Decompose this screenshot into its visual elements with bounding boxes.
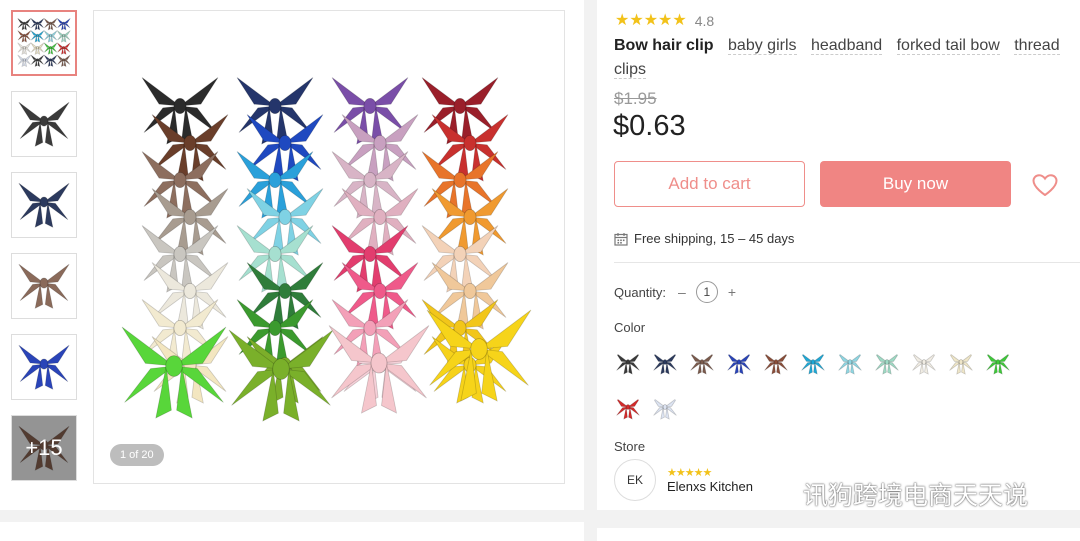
color-label: Color — [614, 320, 646, 335]
color-swatch-12[interactable] — [614, 395, 642, 423]
color-swatch-10[interactable] — [947, 350, 975, 378]
divider — [614, 262, 1080, 263]
star-icon: ★ — [643, 12, 659, 29]
thumbnail-2[interactable] — [11, 91, 77, 157]
rating-row: ★★★★★ 4.8 — [615, 12, 714, 30]
bow-icon — [800, 352, 826, 375]
star-icon: ★ — [629, 12, 644, 29]
bottom-card-right — [597, 528, 1080, 541]
bow-icon — [652, 397, 678, 420]
watermark: 讯狗跨境电商天天说 — [757, 476, 1028, 512]
bow-icon — [615, 352, 641, 375]
bow-icon — [911, 352, 937, 375]
thumbnail-1[interactable] — [11, 10, 77, 76]
quantity-value[interactable]: 1 — [695, 281, 718, 303]
bow-icon — [985, 352, 1011, 375]
bow-icon — [689, 352, 715, 375]
color-swatch-11[interactable] — [984, 350, 1012, 378]
quantity-stepper: Quantity: – 1 + — [614, 281, 746, 303]
tag-baby-girls[interactable]: baby girls — [728, 37, 797, 55]
thumbnail-image — [17, 18, 71, 68]
thumbnail-4[interactable] — [11, 253, 77, 319]
star-icon: ★ — [658, 12, 673, 29]
color-swatch-13[interactable] — [651, 395, 679, 423]
star-icon: ★ — [615, 12, 630, 29]
thumbnail-6[interactable]: +15 — [11, 415, 77, 481]
shipping-text: Free shipping, 15 – 45 days — [634, 231, 795, 246]
rating-stars: ★★★★★ — [615, 12, 687, 30]
color-swatch-9[interactable] — [910, 350, 938, 378]
bow-icon — [874, 352, 900, 375]
bow-icon — [652, 352, 678, 375]
bottom-card-left — [0, 522, 584, 541]
store-label: Store — [614, 439, 646, 454]
color-swatch-1[interactable] — [614, 350, 642, 378]
store-rating-stars: ★★★★★ — [667, 467, 712, 479]
tag-headband[interactable]: headband — [810, 37, 883, 55]
thumbnail-image — [18, 182, 70, 229]
color-swatch-3[interactable] — [688, 350, 716, 378]
store-name[interactable]: Elenxs Kitchen — [667, 479, 753, 494]
bow-icon — [615, 397, 641, 420]
rating-value: 4.8 — [694, 13, 715, 29]
add-to-cart-button[interactable]: Add to cart — [614, 161, 805, 207]
wishlist-heart-icon[interactable] — [1032, 174, 1058, 196]
image-counter: 1 of 20 — [110, 444, 164, 466]
shipping-info: Free shipping, 15 – 45 days — [614, 231, 794, 246]
thumbnail-image — [18, 263, 70, 310]
watermark-text: 讯狗跨境电商天天说 — [803, 482, 1029, 510]
color-swatch-4[interactable] — [725, 350, 753, 378]
sale-price: $0.63 — [613, 110, 686, 142]
main-product-image[interactable]: 1 of 20 — [93, 10, 565, 484]
bow-icon — [837, 352, 863, 375]
thumbnail-5[interactable] — [11, 334, 77, 400]
calendar-icon — [614, 232, 628, 246]
original-price: $1.95 — [614, 89, 657, 108]
tag-bow-hair-clip[interactable]: Bow hair clip — [614, 37, 714, 54]
tag-clips[interactable]: clips — [614, 61, 647, 79]
quantity-decrease-button[interactable]: – — [678, 284, 686, 300]
tag-forked-tail-bow[interactable]: forked tail bow — [896, 37, 1000, 55]
star-icon: ★ — [672, 12, 687, 29]
more-images-overlay: +15 — [12, 416, 76, 480]
bow-icon — [726, 352, 752, 375]
color-swatch-7[interactable] — [836, 350, 864, 378]
wechat-icon — [757, 479, 795, 508]
bow-icon — [948, 352, 974, 375]
thumbnail-image — [18, 101, 70, 148]
color-swatch-5[interactable] — [762, 350, 790, 378]
color-swatch-2[interactable] — [651, 350, 679, 378]
product-title-tags: Bow hair clip baby girls headband forked… — [614, 34, 1080, 82]
bows-illustration — [121, 77, 532, 422]
color-swatch-6[interactable] — [799, 350, 827, 378]
store-avatar[interactable]: EK — [614, 459, 656, 501]
thumbnail-image — [18, 344, 70, 391]
tag-thread[interactable]: thread — [1014, 37, 1060, 55]
thumbnail-3[interactable] — [11, 172, 77, 238]
bow-icon — [763, 352, 789, 375]
buy-now-button[interactable]: Buy now — [820, 161, 1011, 207]
quantity-label: Quantity: — [614, 284, 667, 300]
color-swatch-8[interactable] — [873, 350, 901, 378]
quantity-increase-button[interactable]: + — [728, 284, 736, 300]
